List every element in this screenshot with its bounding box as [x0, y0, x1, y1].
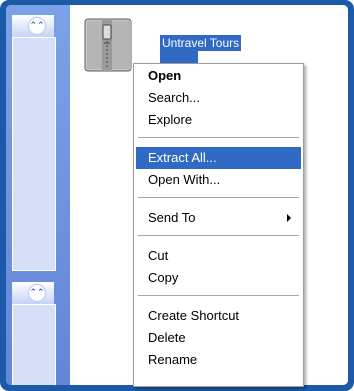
menu-item-open[interactable]: Open	[136, 65, 301, 87]
collapse-section-button[interactable]: ⌃⌃	[28, 17, 46, 35]
menu-separator	[138, 197, 299, 199]
menu-separator	[138, 295, 299, 297]
file-name-label-continuation	[160, 51, 198, 63]
zip-folder-icon[interactable]	[84, 15, 134, 73]
menu-item-cut[interactable]: Cut	[136, 245, 301, 267]
menu-item-send-to-label: Send To	[148, 210, 196, 225]
menu-item-search[interactable]: Search...	[136, 87, 301, 109]
menu-item-send-to[interactable]: Send To	[136, 207, 301, 229]
task-pane: ⌃⌃ ⌃⌃	[6, 5, 70, 385]
submenu-arrow-icon	[287, 214, 291, 222]
collapse-section-button[interactable]: ⌃⌃	[28, 284, 46, 302]
task-pane-section	[12, 37, 56, 271]
menu-item-copy[interactable]: Copy	[136, 267, 301, 289]
menu-item-explore[interactable]: Explore	[136, 109, 301, 131]
double-chevron-up-icon: ⌃⌃	[29, 20, 45, 31]
menu-item-open-with[interactable]: Open With...	[136, 169, 301, 191]
file-name-label[interactable]: Untravel Tours	[160, 35, 242, 51]
context-menu: Open Search... Explore Extract All... Op…	[133, 63, 304, 387]
menu-separator	[138, 137, 299, 139]
double-chevron-up-icon: ⌃⌃	[29, 287, 45, 298]
menu-item-create-shortcut[interactable]: Create Shortcut	[136, 305, 301, 327]
menu-item-delete[interactable]: Delete	[136, 327, 301, 349]
menu-separator	[138, 235, 299, 237]
menu-item-rename[interactable]: Rename	[136, 349, 301, 371]
task-pane-section	[12, 304, 56, 385]
menu-item-extract-all[interactable]: Extract All...	[136, 147, 301, 169]
